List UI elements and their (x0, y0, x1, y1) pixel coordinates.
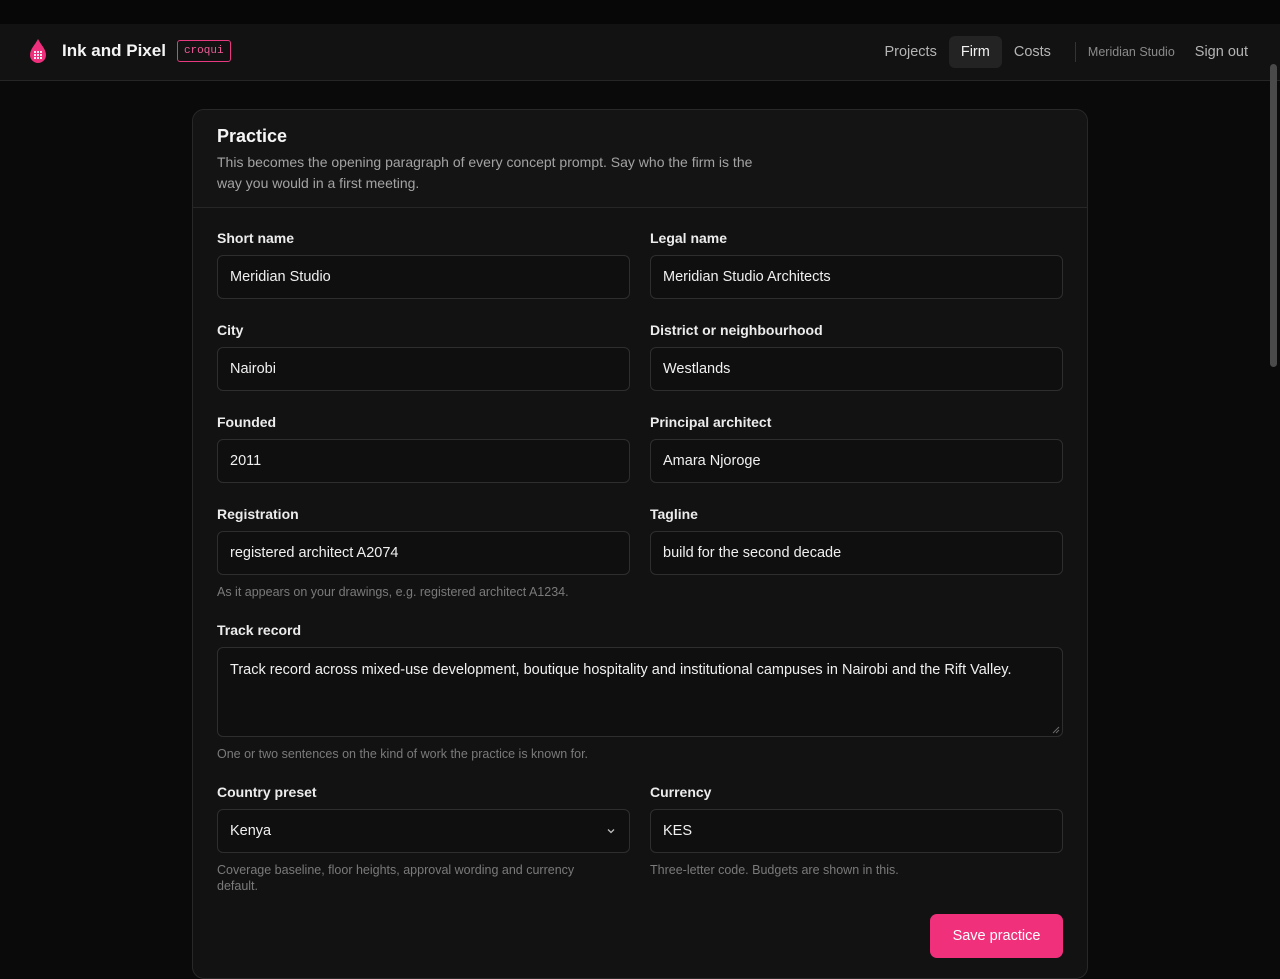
track-record-value: Track record across mixed-use developmen… (230, 662, 1012, 678)
principal-label: Principal architect (650, 414, 772, 430)
country-preset-label: Country preset (217, 784, 317, 800)
currency-input[interactable]: KES (650, 809, 1063, 853)
nav-divider (1074, 42, 1076, 62)
practice-description: This becomes the opening paragraph of ev… (217, 154, 753, 191)
resize-grip-icon[interactable] (1052, 726, 1060, 734)
registration-field: Registration registered architect A2074 (217, 505, 630, 575)
registration-input[interactable]: registered architect A2074 (217, 531, 630, 575)
short-name-input[interactable]: Meridian Studio (217, 255, 630, 299)
founded-label: Founded (217, 414, 277, 430)
district-field: District or neighbourhood Westlands (650, 321, 1063, 391)
sign-out-link[interactable]: Sign out (1183, 36, 1260, 68)
legal-name-input[interactable]: Meridian Studio Architects (650, 255, 1063, 299)
registration-hint: As it appears on your drawings, e.g. reg… (217, 585, 569, 599)
registration-label: Registration (217, 506, 299, 522)
district-label: District or neighbourhood (650, 322, 823, 338)
org-name: Meridian Studio (1087, 45, 1175, 59)
short-name-label: Short name (217, 230, 295, 246)
practice-card-header: Practice This becomes the opening paragr… (193, 110, 1087, 208)
city-label: City (217, 322, 244, 338)
country-preset-select[interactable]: Kenya (217, 809, 630, 853)
principal-input[interactable]: Amara Njoroge (650, 439, 1063, 483)
chevron-down-icon (607, 829, 615, 834)
brand-name: Ink and Pixel (62, 41, 166, 60)
nav-projects[interactable]: Projects (872, 36, 948, 68)
currency-label: Currency (650, 784, 712, 800)
browser-top-strip (0, 0, 1280, 24)
currency-hint: Three-letter code. Budgets are shown in … (650, 863, 899, 877)
track-record-textarea[interactable]: Track record across mixed-use developmen… (217, 647, 1063, 737)
city-input[interactable]: Nairobi (217, 347, 630, 391)
product-badge: croqui (176, 40, 231, 62)
country-preset-value: Kenya (230, 823, 272, 839)
page-scrollbar[interactable] (1270, 64, 1277, 367)
city-field: City Nairobi (217, 321, 630, 391)
main-nav: Projects Firm Costs Meridian Studio Sign… (872, 36, 1260, 68)
country-preset-hint: Coverage baseline, floor heights, approv… (217, 863, 575, 893)
track-record-hint: One or two sentences on the kind of work… (217, 747, 589, 761)
legal-name-label: Legal name (650, 230, 728, 246)
practice-card: Practice This becomes the opening paragr… (192, 109, 1088, 979)
tagline-field: Tagline build for the second decade (650, 505, 1063, 575)
principal-field: Principal architect Amara Njoroge (650, 413, 1063, 483)
track-record-field: Track record Track record across mixed-u… (217, 621, 1063, 737)
country-preset-field: Country preset Kenya (217, 783, 630, 853)
brand[interactable]: Ink and Pixel croqui (28, 38, 231, 64)
founded-field: Founded 2011 (217, 413, 630, 483)
nav-costs[interactable]: Costs (1002, 36, 1063, 68)
save-practice-button[interactable]: Save practice (930, 914, 1063, 958)
ink-drop-logo-icon (30, 39, 46, 63)
app-header: Ink and Pixel croqui Projects Firm Costs… (0, 24, 1280, 81)
founded-input[interactable]: 2011 (217, 439, 630, 483)
tagline-input[interactable]: build for the second decade (650, 531, 1063, 575)
district-input[interactable]: Westlands (650, 347, 1063, 391)
tagline-label: Tagline (650, 506, 698, 522)
track-record-label: Track record (217, 622, 302, 638)
short-name-field: Short name Meridian Studio (217, 229, 630, 299)
currency-field: Currency KES (650, 783, 1063, 853)
practice-title: Practice (217, 126, 288, 146)
nav-firm[interactable]: Firm (948, 36, 1002, 68)
legal-name-field: Legal name Meridian Studio Architects (650, 229, 1063, 299)
